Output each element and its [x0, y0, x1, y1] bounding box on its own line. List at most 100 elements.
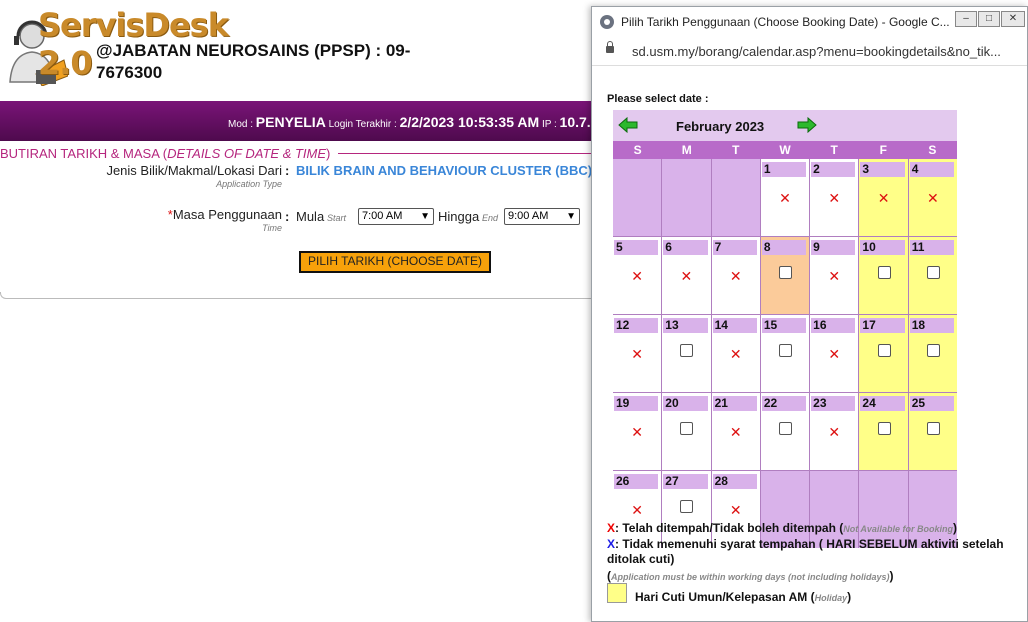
select-date-prompt: Please select date :: [607, 93, 709, 105]
lock-icon: [606, 41, 614, 53]
day-number: 19: [614, 396, 659, 411]
calendar-empty-cell: [613, 159, 662, 236]
chevron-down-icon: ▼: [420, 211, 430, 222]
legend-holiday: Hari Cuti Umun/Kelepasan AM (Holiday): [635, 590, 852, 604]
day-number: 12: [614, 318, 659, 333]
choose-date-button[interactable]: PILIH TARIKH (CHOOSE DATE): [299, 251, 491, 273]
chevron-down-icon: ▼: [566, 211, 576, 222]
day-number: 4: [909, 162, 954, 177]
calendar-empty-cell: [711, 159, 760, 236]
divider: [338, 153, 600, 154]
location-value: BILIK BRAIN AND BEHAVIOUR CLUSTER (BBC): [296, 163, 593, 178]
day-number: 25: [909, 396, 954, 411]
date-checkbox[interactable]: [778, 422, 792, 435]
colon: :: [285, 163, 290, 178]
legend-booked: X: Telah ditempah/Tidak boleh ditempah (…: [607, 521, 957, 535]
calendar-day-cell: 19 ✕: [613, 393, 662, 470]
date-checkbox[interactable]: [877, 344, 891, 357]
unavailable-x-icon: ✕: [828, 424, 841, 440]
unavailable-x-icon: ✕: [631, 346, 643, 362]
weekday-label: F: [879, 143, 887, 157]
calendar-day-cell[interactable]: 13: [662, 315, 711, 392]
day-number: 17: [860, 318, 905, 333]
prev-month-arrow-icon[interactable]: [618, 117, 638, 133]
calendar-empty-cell: [662, 159, 711, 236]
unavailable-x-icon: ✕: [828, 346, 841, 362]
calendar-day-cell[interactable]: 25: [908, 393, 957, 470]
date-checkbox[interactable]: [680, 500, 694, 513]
day-number: 14: [712, 318, 757, 333]
time-sublabel: Time: [262, 223, 282, 233]
weekday-label: S: [928, 143, 937, 157]
unavailable-x-icon: ✕: [877, 190, 890, 206]
unavailable-x-icon: ✕: [631, 268, 643, 284]
date-checkbox[interactable]: [926, 266, 940, 279]
calendar-day-cell[interactable]: 24: [859, 393, 908, 470]
calendar-day-cell[interactable]: 10: [859, 237, 908, 314]
window-titlebar[interactable]: Pilih Tarikh Penggunaan (Choose Booking …: [592, 7, 1027, 37]
calendar-day-cell[interactable]: 22: [760, 393, 810, 470]
calendar-day-cell[interactable]: 17: [859, 315, 908, 392]
day-number: 8: [761, 240, 807, 255]
booking-date-popup[interactable]: Pilih Tarikh Penggunaan (Choose Booking …: [591, 6, 1028, 622]
day-number: 18: [909, 318, 954, 333]
date-checkbox[interactable]: [680, 422, 694, 435]
weekday-label: T: [830, 143, 838, 157]
legend-working-days-note: (Application must be within working days…: [607, 569, 894, 583]
calendar-day-cell: 23 ✕: [810, 393, 859, 470]
calendar-day-cell: 21 ✕: [711, 393, 760, 470]
end-label: Hingga: [438, 209, 480, 224]
day-number: 10: [860, 240, 905, 255]
section-title: BUTIRAN TARIKH & MASA (DETAILS OF DATE &…: [0, 146, 331, 161]
holiday-swatch: [607, 583, 627, 603]
weekday-header: S M T W T F S: [613, 141, 957, 159]
legend-not-eligible: X: Tidak memenuhi syarat tempahan ( HARI…: [607, 537, 1004, 566]
weekday-label: W: [779, 143, 791, 157]
maximize-button[interactable]: □: [978, 11, 1000, 27]
day-number: 5: [614, 240, 659, 255]
date-checkbox[interactable]: [926, 344, 940, 357]
unavailable-x-icon: ✕: [729, 346, 742, 362]
calendar-day-cell[interactable]: 20: [662, 393, 711, 470]
start-time-select[interactable]: 7:00 AM ▼: [358, 208, 434, 225]
calendar-grid: 1 ✕ 2 ✕ 3 ✕ 4 ✕ 5 ✕ 6 ✕ 7 ✕ 8 9 ✕ 10 11 12 ✕ 13 14 ✕ 15 16 ✕ 17 18 19…: [613, 159, 957, 548]
day-number: 11: [909, 240, 954, 255]
end-time-select[interactable]: 9:00 AM ▼: [504, 208, 580, 225]
unavailable-x-icon: ✕: [926, 190, 939, 206]
weekday-label: S: [633, 143, 642, 157]
calendar-day-cell: 1 ✕: [760, 159, 810, 236]
address-bar[interactable]: sd.usm.my/borang/calendar.asp?menu=booki…: [592, 37, 1027, 66]
date-checkbox[interactable]: [877, 266, 891, 279]
window-title: Pilih Tarikh Penggunaan (Choose Booking …: [621, 15, 950, 29]
start-label: Mula: [296, 209, 325, 224]
next-month-arrow-icon[interactable]: [797, 117, 817, 133]
last-login-value: 2/2/2023 10:53:35 AM: [399, 114, 540, 130]
url-text[interactable]: sd.usm.my/borang/calendar.asp?menu=booki…: [632, 44, 1022, 59]
unavailable-x-icon: ✕: [828, 268, 841, 284]
day-number: 6: [663, 240, 708, 255]
day-number: 7: [712, 240, 757, 255]
start-sublabel: Start: [327, 213, 347, 223]
close-button[interactable]: ✕: [1001, 11, 1025, 27]
day-number: 16: [811, 318, 856, 333]
date-checkbox[interactable]: [778, 344, 792, 357]
unavailable-x-icon: ✕: [828, 190, 841, 206]
date-checkbox[interactable]: [926, 422, 940, 435]
weekday-label: M: [681, 143, 692, 157]
day-number: 23: [811, 396, 856, 411]
calendar-day-cell[interactable]: 11: [908, 237, 957, 314]
minimize-button[interactable]: –: [955, 11, 977, 27]
day-number: 24: [860, 396, 905, 411]
unavailable-x-icon: ✕: [729, 424, 742, 440]
calendar-day-cell: 5 ✕: [613, 237, 662, 314]
calendar-day-cell[interactable]: 8: [760, 237, 810, 314]
calendar-day-cell[interactable]: 15: [760, 315, 810, 392]
end-sublabel: End: [482, 213, 499, 223]
calendar-day-cell[interactable]: 18: [908, 315, 957, 392]
date-checkbox[interactable]: [680, 344, 694, 357]
location-label: Jenis Bilik/Makmal/Lokasi Dari: [106, 163, 282, 178]
calendar-day-cell: 16 ✕: [810, 315, 859, 392]
date-checkbox[interactable]: [778, 266, 792, 279]
unavailable-x-icon: ✕: [631, 502, 643, 518]
date-checkbox[interactable]: [877, 422, 891, 435]
